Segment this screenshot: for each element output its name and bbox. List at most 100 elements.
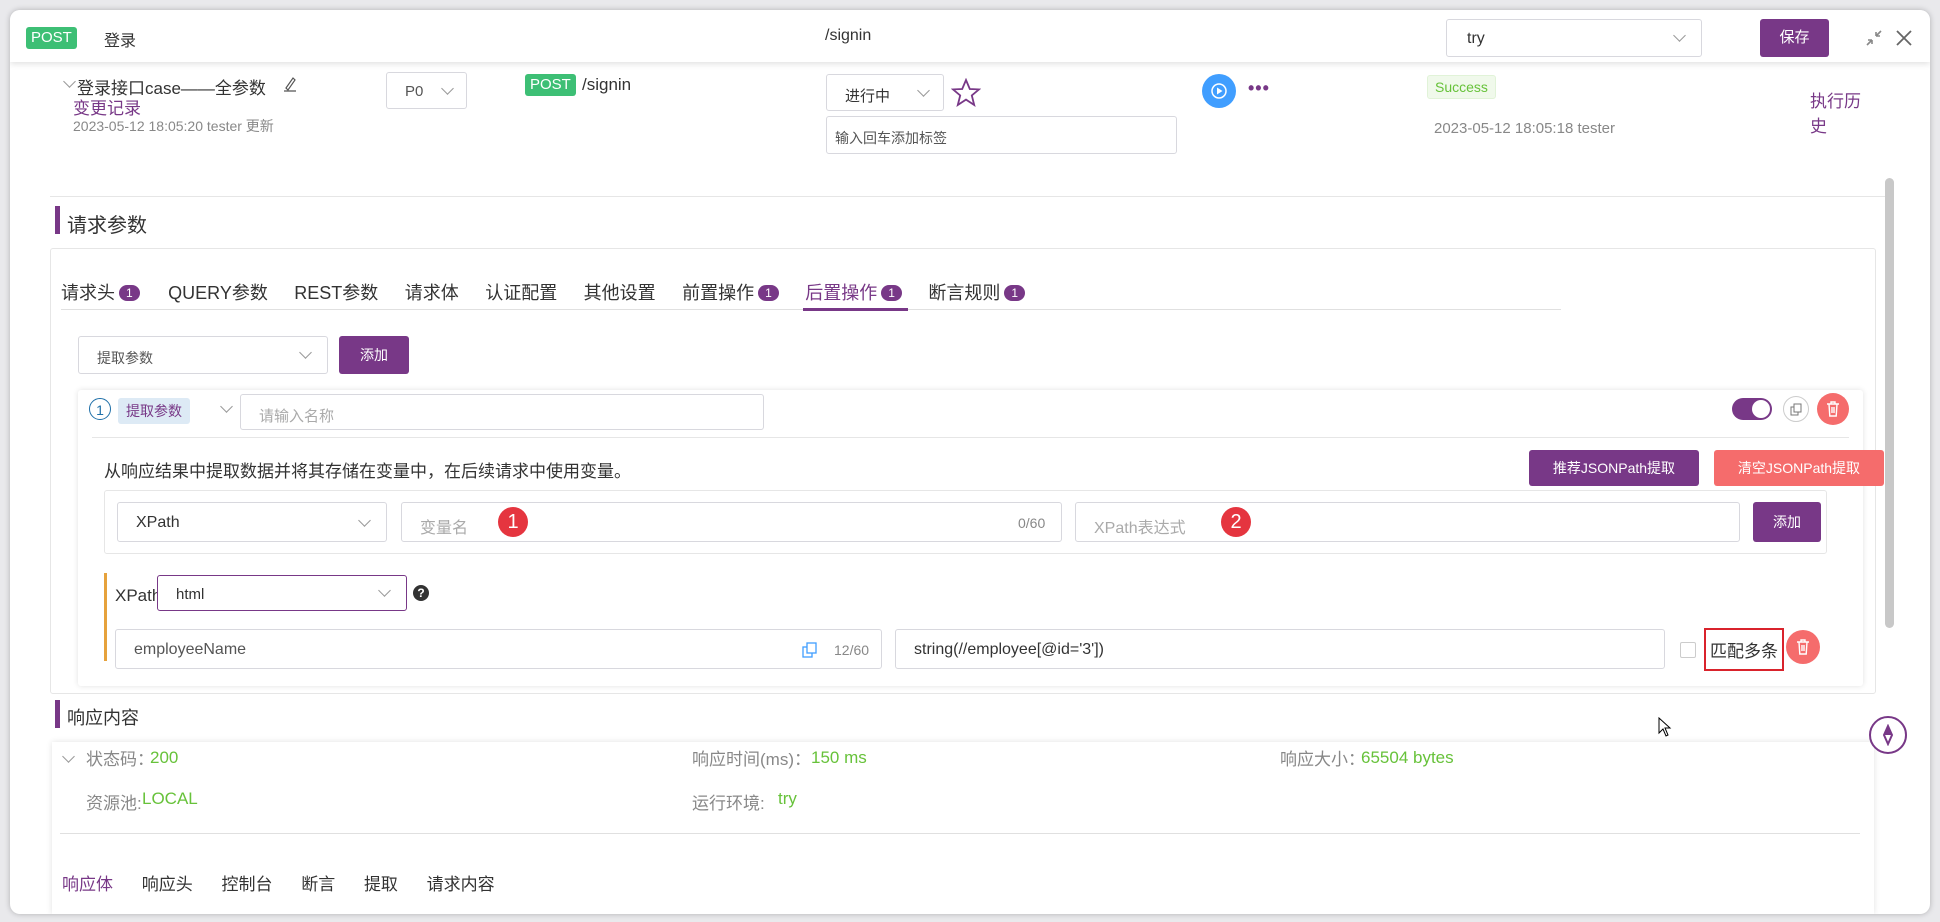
- row-variable-value: employeeName: [134, 641, 247, 658]
- match-multiple-checkbox[interactable]: [1680, 642, 1696, 658]
- run-button[interactable]: [1202, 74, 1236, 108]
- api-name: 登录: [104, 33, 137, 50]
- collapse-icon[interactable]: [62, 750, 75, 763]
- operation-select[interactable]: 提取参数: [78, 336, 328, 374]
- extract-add-row: XPath 变量名 0/60 XPath表达式 添加 1 2: [104, 490, 1827, 554]
- add-extract-button[interactable]: 添加: [1753, 502, 1821, 542]
- tag-input[interactable]: 输入回车添加标签: [826, 116, 1177, 154]
- xpath-mode-value: html: [176, 586, 205, 603]
- match-multiple-label[interactable]: 匹配多条: [1704, 628, 1784, 671]
- expand-chevron-icon[interactable]: [220, 400, 233, 413]
- case-header: 登录接口case——全参数 变更记录 2023-05-12 18:05:20 t…: [63, 72, 1865, 154]
- scrollbar[interactable]: [1885, 178, 1894, 628]
- status-label: 状态码：: [86, 750, 154, 769]
- tab-response-body[interactable]: 响应体: [62, 875, 113, 894]
- trash-icon: [1797, 639, 1809, 655]
- time-value: 150 ms: [811, 748, 867, 767]
- section-marker: [55, 700, 60, 728]
- tab-extract[interactable]: 提取: [364, 875, 398, 894]
- request-tabs: 请求头 1 QUERY参数 REST参数 请求体 认证配置 其他设置 前置操作 1 …: [61, 279, 1561, 303]
- tab-console[interactable]: 控制台: [221, 875, 272, 894]
- tab-other-settings[interactable]: 其他设置: [584, 283, 656, 303]
- status-value: 进行中: [845, 88, 891, 105]
- description-text: 从响应结果中提取数据并将其存储在变量中，在后续请求中使用变量。: [104, 462, 631, 481]
- tab-response-assertions[interactable]: 断言: [301, 875, 335, 894]
- help-icon[interactable]: ?: [413, 585, 429, 601]
- divider: [50, 196, 1890, 197]
- enable-toggle[interactable]: [1732, 398, 1772, 420]
- env-select-value: try: [1467, 30, 1485, 47]
- tab-assertions[interactable]: 断言规则 1: [928, 283, 1026, 303]
- marker-2: 2: [1221, 507, 1251, 537]
- row-expression-input[interactable]: string(//employee[@id='3']): [895, 629, 1665, 669]
- save-button[interactable]: 保存: [1760, 19, 1829, 57]
- env-select[interactable]: try: [1446, 19, 1702, 57]
- edit-icon[interactable]: [283, 76, 297, 92]
- copy-variable-icon[interactable]: [802, 642, 818, 658]
- chevron-down-icon: [358, 514, 371, 527]
- status-select[interactable]: 进行中: [826, 74, 944, 111]
- xpath-expression-placeholder: XPath表达式: [1094, 520, 1186, 537]
- tab-query[interactable]: QUERY参数: [168, 283, 268, 303]
- delete-item-button[interactable]: [1817, 393, 1849, 425]
- tab-request-content[interactable]: 请求内容: [427, 875, 495, 894]
- copy-button[interactable]: [1783, 396, 1809, 422]
- play-icon: [1211, 83, 1227, 99]
- request-section-title: 请求参数: [67, 215, 147, 237]
- collapse-icon[interactable]: [63, 75, 76, 88]
- tab-auth[interactable]: 认证配置: [485, 283, 557, 303]
- item-index: 1: [89, 398, 111, 420]
- row-variable-input[interactable]: employeeName 12/60: [115, 629, 882, 669]
- recommend-jsonpath-button[interactable]: 推荐JSONPath提取: [1529, 450, 1699, 486]
- pool-label: 资源池:: [86, 794, 142, 813]
- card-divider: [92, 437, 1849, 438]
- item-name-input[interactable]: 请输入名称: [240, 394, 764, 430]
- operation-select-value: 提取参数: [97, 350, 153, 366]
- tab-post-operation[interactable]: 后置操作 1: [805, 283, 902, 303]
- response-divider: [60, 833, 1860, 834]
- navigation-float-button[interactable]: [1869, 716, 1907, 754]
- extract-type-value: XPath: [136, 514, 180, 531]
- chevron-down-icon: [1673, 29, 1686, 42]
- compass-icon: [1882, 724, 1894, 746]
- case-path: /signin: [582, 75, 632, 94]
- clear-jsonpath-button[interactable]: 清空JSONPath提取: [1714, 450, 1884, 486]
- more-icon[interactable]: •••: [1248, 78, 1270, 99]
- history-link[interactable]: 执行历史: [1810, 87, 1865, 137]
- size-label: 响应大小：: [1280, 750, 1365, 769]
- xpath-row-marker: [104, 573, 107, 661]
- extract-type-select[interactable]: XPath: [117, 502, 387, 542]
- priority-value: P0: [405, 83, 424, 100]
- result-badge: Success: [1427, 75, 1496, 99]
- xpath-label: XPath: [115, 586, 162, 605]
- tab-rest[interactable]: REST参数: [294, 283, 378, 303]
- item-name-placeholder: 请输入名称: [259, 408, 335, 425]
- minimize-icon[interactable]: [1865, 29, 1883, 47]
- active-tab-indicator: [803, 308, 908, 311]
- api-path: /signin: [825, 27, 872, 44]
- app-window: POST 登录 /signin try 保存 登录接口case——全参数 变更记…: [10, 10, 1930, 914]
- row-expression-value: string(//employee[@id='3']): [914, 641, 1104, 658]
- request-panel: 请求头 1 QUERY参数 REST参数 请求体 认证配置 其他设置 前置操作 1 …: [50, 248, 1884, 694]
- case-method-tag: POST: [525, 74, 576, 96]
- pool-value: LOCAL: [142, 789, 198, 808]
- copy-icon: [1790, 403, 1802, 416]
- top-bar: POST 登录 /signin try 保存: [10, 10, 1930, 62]
- add-operation-button[interactable]: 添加: [339, 336, 409, 374]
- tab-pre-operation[interactable]: 前置操作 1: [682, 283, 779, 303]
- star-icon[interactable]: [951, 78, 981, 108]
- delete-row-button[interactable]: [1786, 630, 1820, 664]
- tab-body[interactable]: 请求体: [405, 283, 459, 303]
- xpath-mode-select[interactable]: html: [157, 575, 407, 611]
- close-icon[interactable]: [1895, 29, 1913, 47]
- mouse-cursor-icon: [1658, 717, 1672, 737]
- priority-select[interactable]: P0: [386, 72, 467, 109]
- tab-headers[interactable]: 请求头 1: [61, 283, 140, 303]
- chevron-down-icon: [917, 84, 930, 97]
- updated-text: 2023-05-12 18:05:20 tester 更新: [73, 118, 274, 134]
- response-section-title: 响应内容: [67, 708, 139, 728]
- env-label: 运行环境:: [692, 794, 765, 813]
- xpath-expression-input[interactable]: XPath表达式: [1075, 502, 1740, 542]
- tab-response-headers[interactable]: 响应头: [142, 875, 193, 894]
- tag-input-placeholder: 输入回车添加标签: [835, 130, 947, 146]
